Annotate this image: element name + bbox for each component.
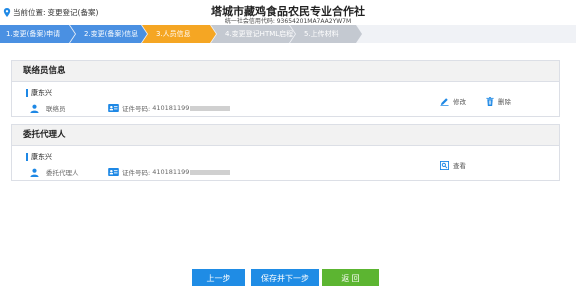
contact-person-role: 联络员 bbox=[46, 105, 66, 113]
agent-person-name: 康东兴 bbox=[26, 153, 52, 161]
back-button[interactable]: 返 回 bbox=[322, 269, 379, 286]
contact-person-role-wrap: 联络员 bbox=[30, 103, 66, 113]
agent-person-role-wrap: 委托代理人 bbox=[30, 167, 79, 177]
edit-button[interactable]: 修改 bbox=[440, 96, 466, 106]
credit-code: 统一社会信用代码: 93654201MA7AA2YW7M bbox=[224, 18, 352, 25]
agent-section-title: 委托代理人 bbox=[12, 125, 559, 146]
contact-id-label: 证件号码: bbox=[122, 105, 151, 113]
view-button[interactable]: 查看 bbox=[440, 160, 466, 170]
user-icon bbox=[30, 168, 39, 177]
step-1[interactable]: 1.变更(备案)申请 bbox=[0, 25, 75, 43]
contact-person-id: 证件号码: 410181199 bbox=[108, 103, 231, 113]
contact-person-name: 康东兴 bbox=[26, 89, 52, 97]
view-label: 查看 bbox=[453, 162, 466, 170]
delete-icon bbox=[486, 96, 494, 106]
agent-person-row: 康东兴 委托代理人 证件号码: 410181199 查看 bbox=[12, 146, 559, 180]
delete-label: 删除 bbox=[498, 98, 511, 106]
page-header: 当前位置: 变更登记(备案) 塔城市藏鸡食品农民专业合作社 统一社会信用代码: … bbox=[0, 0, 576, 25]
edit-label: 修改 bbox=[453, 98, 466, 106]
agent-person-id: 证件号码: 410181199 bbox=[108, 167, 231, 177]
step-3-label: 3.人员信息 bbox=[156, 30, 191, 38]
step-progress-bar: 1.变更(备案)申请 2.变更(备案)信息 3.人员信息 4.变更登记HTML启… bbox=[0, 25, 576, 43]
step-5-label: 5.上传材料 bbox=[304, 30, 339, 38]
contact-id-value: 410181199 bbox=[152, 104, 190, 112]
step-5[interactable]: 5.上传材料 bbox=[290, 25, 362, 43]
view-icon bbox=[440, 160, 449, 170]
agent-person-role: 委托代理人 bbox=[46, 169, 79, 177]
agent-id-value: 410181199 bbox=[152, 168, 190, 176]
contact-section: 联络员信息 康东兴 联络员 证件号码: 410181199 修改 删除 bbox=[11, 60, 560, 117]
id-redaction bbox=[190, 105, 231, 111]
save-next-button[interactable]: 保存并下一步 bbox=[251, 269, 319, 286]
step-3[interactable]: 3.人员信息 bbox=[142, 25, 216, 43]
id-card-icon bbox=[108, 104, 119, 112]
agent-section: 委托代理人 康东兴 委托代理人 证件号码: 410181199 查看 bbox=[11, 124, 560, 181]
user-icon bbox=[30, 104, 39, 113]
contact-person-row: 康东兴 联络员 证件号码: 410181199 修改 删除 bbox=[12, 82, 559, 116]
delete-button[interactable]: 删除 bbox=[486, 96, 511, 106]
contact-section-title: 联络员信息 bbox=[12, 61, 559, 82]
step-1-label: 1.变更(备案)申请 bbox=[6, 30, 61, 38]
step-2-label: 2.变更(备案)信息 bbox=[84, 30, 139, 38]
edit-icon bbox=[440, 97, 449, 106]
step-4[interactable]: 4.变更登记HTML启程 bbox=[211, 25, 295, 43]
prev-step-button[interactable]: 上一步 bbox=[192, 269, 245, 286]
agent-id-label: 证件号码: bbox=[122, 169, 151, 177]
id-redaction bbox=[190, 169, 231, 175]
step-2[interactable]: 2.变更(备案)信息 bbox=[70, 25, 147, 43]
step-4-label: 4.变更登记HTML启程 bbox=[225, 30, 294, 38]
id-card-icon bbox=[108, 168, 119, 176]
